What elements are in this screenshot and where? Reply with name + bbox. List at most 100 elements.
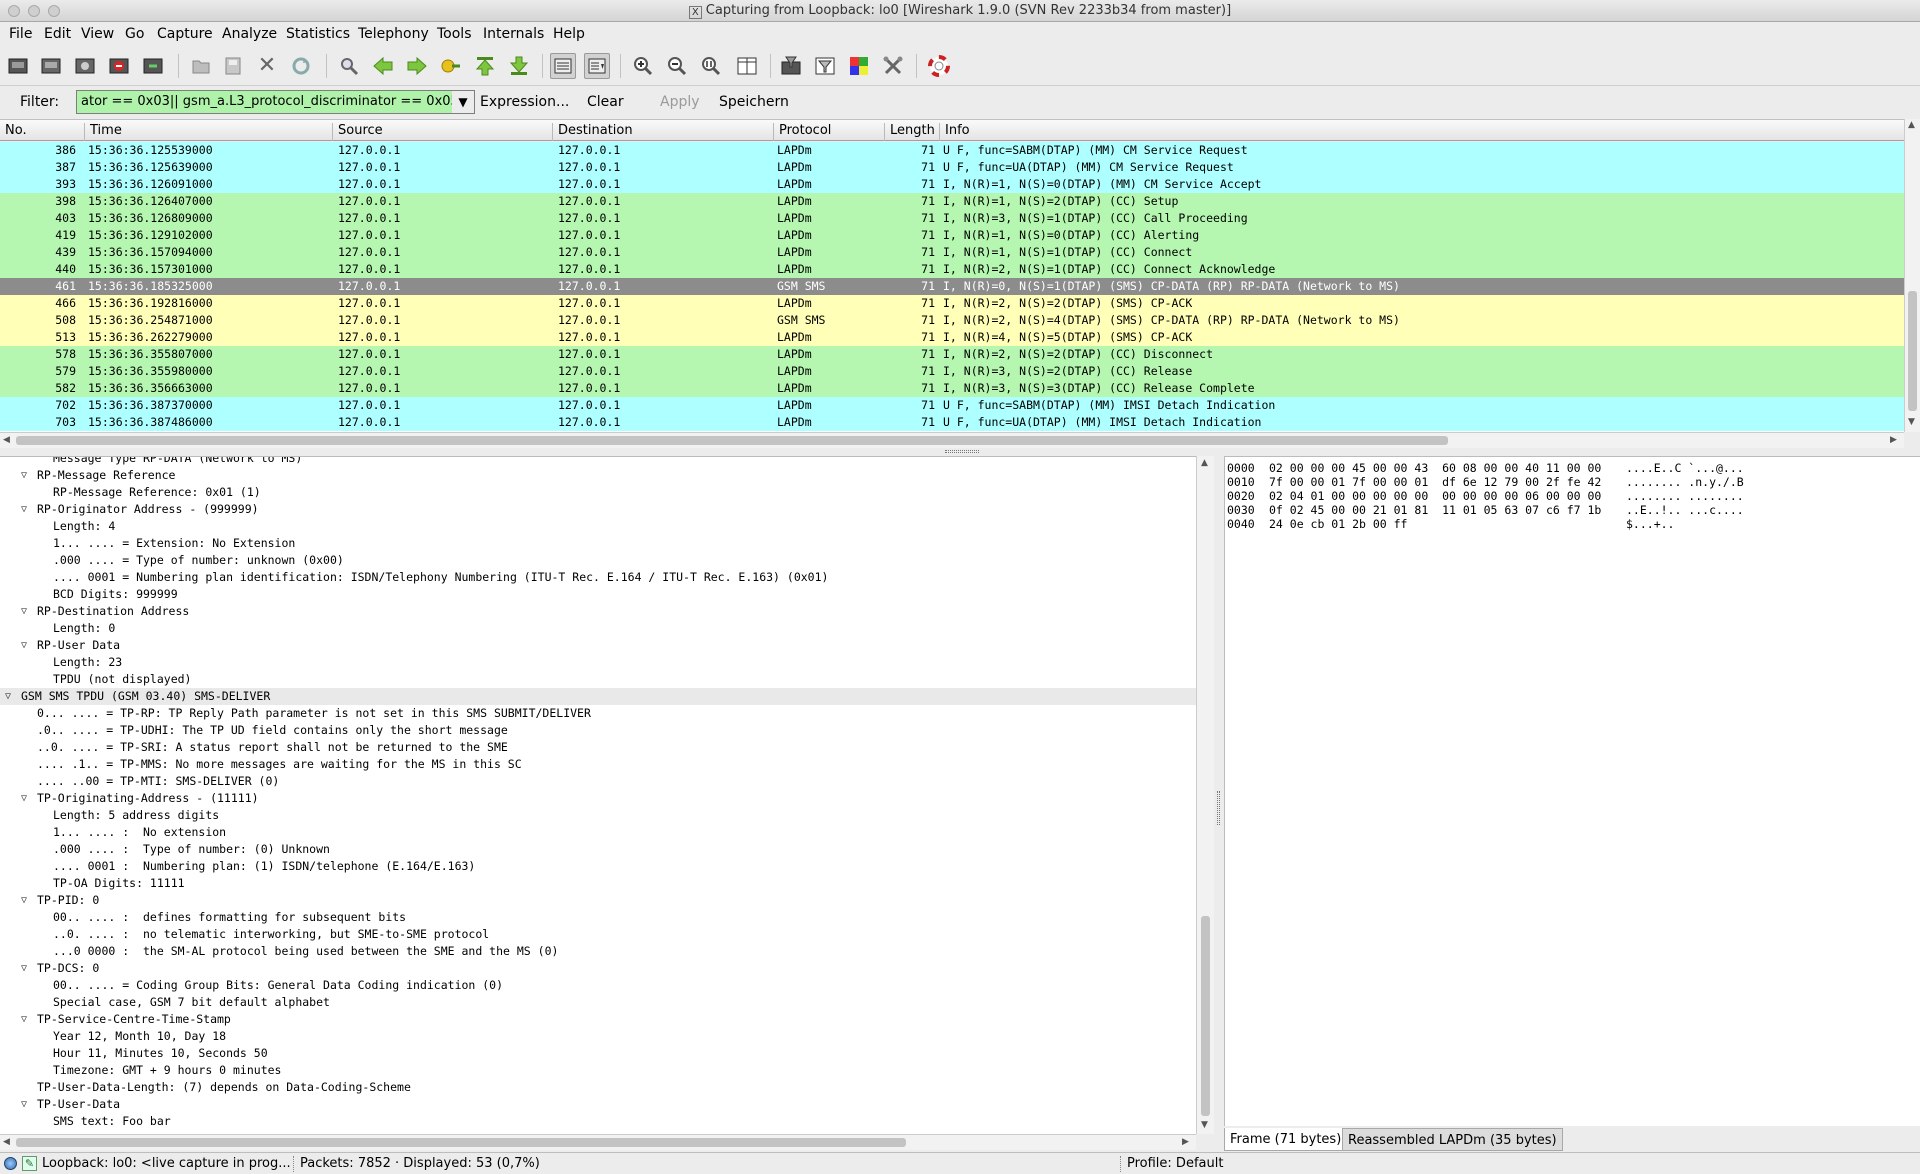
- scrollbar-thumb[interactable]: [16, 1138, 906, 1147]
- scrollbar-thumb[interactable]: [1908, 291, 1917, 411]
- chevron-down-icon[interactable]: ▼: [452, 91, 474, 113]
- expand-triangle-icon[interactable]: ▽: [21, 960, 27, 977]
- packet-row[interactable]: 579 15:36:36.355980000 127.0.0.1 127.0.0.1 L…: [0, 363, 1904, 380]
- go-forward-icon[interactable]: [404, 53, 430, 79]
- detail-tree-line[interactable]: Length: 23: [0, 654, 1196, 671]
- expand-triangle-icon[interactable]: ▽: [21, 467, 27, 484]
- detail-tree-line[interactable]: 1... .... : No extension: [0, 824, 1196, 841]
- packet-row[interactable]: 393 15:36:36.126091000 127.0.0.1 127.0.0.1 L…: [0, 176, 1904, 193]
- packet-bytes-pane[interactable]: 0000 02 00 00 00 45 00 00 43 60 08 00 00 …: [1224, 456, 1920, 1126]
- detail-tree-line[interactable]: 00.. .... = Coding Group Bits: General D…: [0, 977, 1196, 994]
- expand-triangle-icon[interactable]: ▽: [5, 688, 11, 705]
- column-header-destination[interactable]: Destination: [553, 123, 774, 141]
- details-vertical-scrollbar[interactable]: ▲ ▼: [1196, 456, 1214, 1134]
- column-header-protocol[interactable]: Protocol: [774, 123, 885, 141]
- menu-internals[interactable]: Internals: [483, 26, 544, 42]
- detail-tree-line[interactable]: ▽ TP-DCS: 0: [0, 960, 1196, 977]
- detail-tree-line[interactable]: ▽ RP-Originator Address - (999999): [0, 501, 1196, 518]
- packet-row[interactable]: 398 15:36:36.126407000 127.0.0.1 127.0.0.1 L…: [0, 193, 1904, 210]
- detail-tree-line[interactable]: 00.. .... : defines formatting for subse…: [0, 909, 1196, 926]
- detail-tree-line[interactable]: Special case, GSM 7 bit default alphabet: [0, 994, 1196, 1011]
- detail-tree-line[interactable]: ▽ RP-Destination Address: [0, 603, 1196, 620]
- expression-button[interactable]: Expression...: [480, 94, 569, 110]
- packet-list[interactable]: 386 15:36:36.125539000 127.0.0.1 127.0.0.1 L…: [0, 142, 1904, 432]
- detail-tree-line[interactable]: ▽ GSM SMS TPDU (GSM 03.40) SMS-DELIVER: [0, 688, 1196, 705]
- packet-row[interactable]: 702 15:36:36.387370000 127.0.0.1 127.0.0.1 L…: [0, 397, 1904, 414]
- detail-tree-line[interactable]: Year 12, Month 10, Day 18: [0, 1028, 1196, 1045]
- capture-filters-icon[interactable]: [778, 53, 804, 79]
- menu-analyze[interactable]: Analyze: [222, 26, 277, 42]
- detail-tree-line[interactable]: ..0. .... : no telematic interworking, b…: [0, 926, 1196, 943]
- coloring-rules-icon[interactable]: [846, 53, 872, 79]
- detail-tree-line[interactable]: TP-User-Data-Length: (7) depends on Data…: [0, 1079, 1196, 1096]
- column-header-source[interactable]: Source: [333, 123, 553, 141]
- resize-columns-icon[interactable]: [734, 53, 760, 79]
- packet-details-tree[interactable]: Message Type RP-DATA (Network to MS) ▽ RP-…: [0, 456, 1196, 1134]
- detail-tree-line[interactable]: Timezone: GMT + 9 hours 0 minutes: [0, 1062, 1196, 1079]
- packet-row[interactable]: 387 15:36:36.125639000 127.0.0.1 127.0.0.1 L…: [0, 159, 1904, 176]
- display-filter-input[interactable]: ator == 0x03|| gsm_a.L3_protocol_discrim…: [76, 90, 475, 114]
- packet-row[interactable]: 508 15:36:36.254871000 127.0.0.1 127.0.0.1 G…: [0, 312, 1904, 329]
- splitter-grip[interactable]: [945, 450, 979, 453]
- detail-tree-line[interactable]: .... ..00 = TP-MTI: SMS-DELIVER (0): [0, 773, 1196, 790]
- packet-row[interactable]: 578 15:36:36.355807000 127.0.0.1 127.0.0.1 L…: [0, 346, 1904, 363]
- column-header-no[interactable]: No.: [0, 123, 85, 141]
- byte-ascii[interactable]: ........ .n.y./.B: [1626, 475, 1744, 489]
- detail-tree-line[interactable]: TP-OA Digits: 11111: [0, 875, 1196, 892]
- autoscroll-icon[interactable]: [584, 53, 610, 79]
- detail-tree-line[interactable]: .... 0001 : Numbering plan: (1) ISDN/tel…: [0, 858, 1196, 875]
- detail-tree-line[interactable]: .000 .... = Type of number: unknown (0x0…: [0, 552, 1196, 569]
- menu-go[interactable]: Go: [125, 26, 144, 42]
- expand-triangle-icon[interactable]: ▽: [21, 1011, 27, 1028]
- go-to-packet-icon[interactable]: [438, 53, 464, 79]
- packet-row[interactable]: 440 15:36:36.157301000 127.0.0.1 127.0.0.1 L…: [0, 261, 1904, 278]
- column-header-length[interactable]: Length: [885, 123, 940, 141]
- detail-tree-line[interactable]: .... .1.. = TP-MMS: No more messages are…: [0, 756, 1196, 773]
- start-capture-icon[interactable]: [72, 53, 98, 79]
- reload-icon[interactable]: [288, 53, 314, 79]
- pane-splitter[interactable]: [0, 448, 1920, 456]
- menu-view[interactable]: View: [81, 26, 114, 42]
- interface-list-icon[interactable]: [5, 53, 31, 79]
- scroll-up-icon[interactable]: ▲: [1908, 120, 1915, 130]
- menu-edit[interactable]: Edit: [44, 26, 71, 42]
- expand-triangle-icon[interactable]: ▽: [21, 501, 27, 518]
- detail-tree-line[interactable]: ▽ RP-User Data: [0, 637, 1196, 654]
- detail-tree-line[interactable]: .0.. .... = TP-UDHI: The TP UD field con…: [0, 722, 1196, 739]
- expand-triangle-icon[interactable]: ▽: [21, 637, 27, 654]
- vertical-pane-splitter[interactable]: [1214, 456, 1224, 1150]
- column-header-time[interactable]: Time: [85, 123, 333, 141]
- detail-tree-line[interactable]: TPDU (not displayed): [0, 671, 1196, 688]
- help-icon[interactable]: [926, 53, 952, 79]
- tab-reassembled-lapdm[interactable]: Reassembled LAPDm (35 bytes): [1342, 1128, 1563, 1151]
- packet-row[interactable]: 466 15:36:36.192816000 127.0.0.1 127.0.0.1 L…: [0, 295, 1904, 312]
- byte-ascii[interactable]: ....E..C `...@...: [1626, 461, 1744, 475]
- tab-frame-bytes[interactable]: Frame (71 bytes): [1224, 1128, 1348, 1151]
- packet-row[interactable]: 403 15:36:36.126809000 127.0.0.1 127.0.0.1 L…: [0, 210, 1904, 227]
- menu-telephony[interactable]: Telephony: [358, 26, 429, 42]
- expand-triangle-icon[interactable]: ▽: [21, 790, 27, 807]
- open-file-icon[interactable]: [188, 53, 214, 79]
- detail-tree-line[interactable]: ▽ TP-Service-Centre-Time-Stamp: [0, 1011, 1196, 1028]
- status-profile[interactable]: Profile: Default: [1127, 1156, 1223, 1171]
- scroll-up-icon[interactable]: ▲: [1201, 458, 1208, 468]
- packet-row[interactable]: 461 15:36:36.185325000 127.0.0.1 127.0.0.1 G…: [0, 278, 1904, 295]
- menu-statistics[interactable]: Statistics: [286, 26, 350, 42]
- go-last-packet-icon[interactable]: [506, 53, 532, 79]
- clear-filter-button[interactable]: Clear: [587, 94, 624, 110]
- capture-comment-icon[interactable]: ✎: [22, 1156, 37, 1171]
- packet-row[interactable]: 703 15:36:36.387486000 127.0.0.1 127.0.0.1 L…: [0, 414, 1904, 431]
- detail-tree-line[interactable]: ...0 0000 : the SM-AL protocol being use…: [0, 943, 1196, 960]
- menu-tools[interactable]: Tools: [437, 26, 472, 42]
- detail-tree-line[interactable]: Length: 5 address digits: [0, 807, 1196, 824]
- scroll-left-icon[interactable]: ◀: [3, 435, 10, 445]
- save-filter-button[interactable]: Speichern: [719, 94, 789, 110]
- detail-tree-line[interactable]: BCD Digits: 999999: [0, 586, 1196, 603]
- preferences-icon[interactable]: [880, 53, 906, 79]
- column-header-info[interactable]: Info: [940, 123, 1904, 141]
- byte-hex[interactable]: 24 0e cb 01 2b 00 ff: [1269, 517, 1407, 531]
- restart-capture-icon[interactable]: [140, 53, 166, 79]
- byte-offset[interactable]: 0030: [1227, 503, 1255, 517]
- save-file-icon[interactable]: [220, 53, 246, 79]
- detail-tree-line[interactable]: Message Type RP-DATA (Network to MS): [0, 457, 1196, 467]
